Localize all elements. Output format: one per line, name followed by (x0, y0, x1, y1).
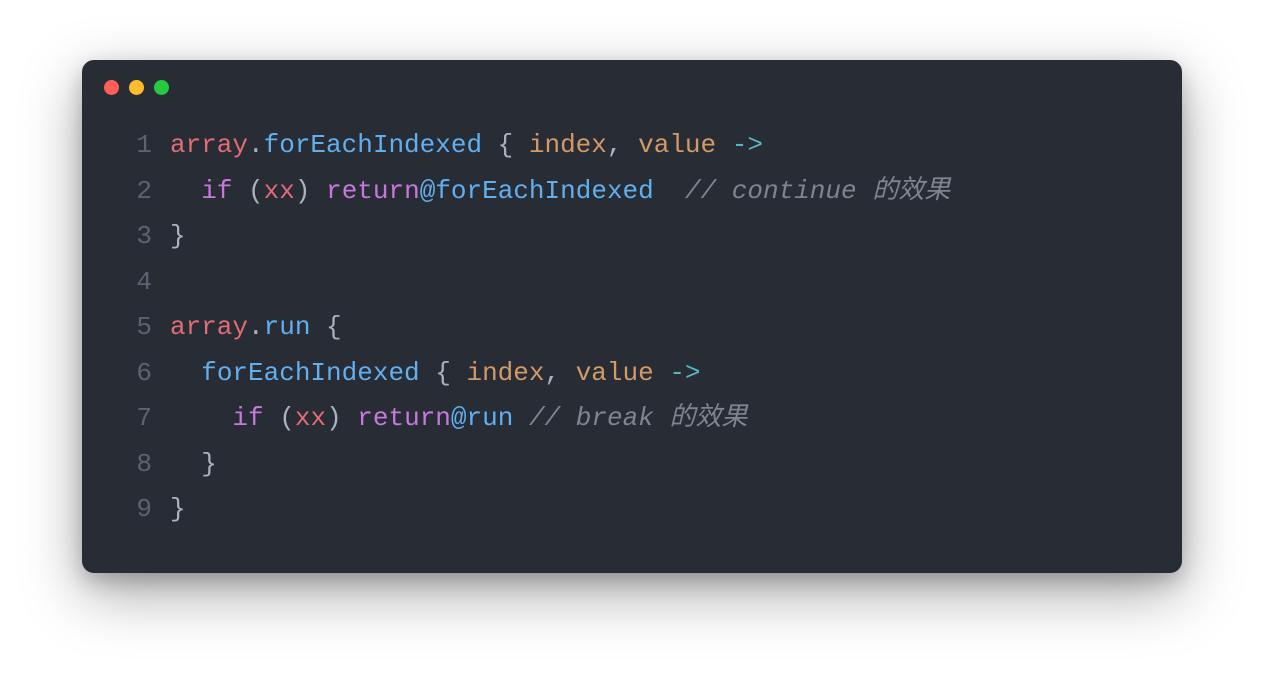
line-number: 7 (112, 396, 152, 442)
code-token: ) (295, 176, 326, 206)
line-number: 8 (112, 442, 152, 488)
code-token: { (420, 358, 467, 388)
code-token (716, 130, 732, 160)
window-titlebar (82, 60, 1182, 105)
line-number: 2 (112, 169, 152, 215)
line-content: } (170, 442, 217, 488)
line-number: 1 (112, 123, 152, 169)
code-token: return (326, 176, 420, 206)
minimize-icon[interactable] (129, 80, 144, 95)
code-token: forEachIndexed (201, 358, 419, 388)
line-number: 3 (112, 214, 152, 260)
code-token: // continue 的效果 (685, 176, 950, 206)
line-number: 6 (112, 351, 152, 397)
code-token: value (638, 130, 716, 160)
line-number: 4 (112, 260, 152, 306)
code-token (654, 358, 670, 388)
code-token: if (201, 176, 232, 206)
code-token (170, 176, 201, 206)
line-content: } (170, 214, 186, 260)
code-token: { (482, 130, 529, 160)
code-token: ) (326, 403, 357, 433)
code-token: value (576, 358, 654, 388)
line-number: 9 (112, 487, 152, 533)
code-token: forEachIndexed (264, 130, 482, 160)
code-token: index (529, 130, 607, 160)
code-token: index (466, 358, 544, 388)
code-token: , (607, 130, 638, 160)
code-token: ( (264, 403, 295, 433)
code-token (654, 176, 685, 206)
code-token: -> (732, 130, 763, 160)
code-line: 4 (112, 260, 1152, 306)
code-line: 6 forEachIndexed { index, value -> (112, 351, 1152, 397)
code-token (170, 358, 201, 388)
code-token: } (170, 221, 186, 251)
code-token (513, 403, 529, 433)
code-token: , (544, 358, 575, 388)
close-icon[interactable] (104, 80, 119, 95)
code-token: xx (264, 176, 295, 206)
line-content (170, 260, 186, 306)
code-token: run (264, 312, 311, 342)
code-token: ( (232, 176, 263, 206)
line-number: 5 (112, 305, 152, 351)
code-token: @forEachIndexed (420, 176, 654, 206)
code-line: 5 array.run { (112, 305, 1152, 351)
code-token: { (310, 312, 341, 342)
code-token: @run (451, 403, 513, 433)
code-token: return (357, 403, 451, 433)
code-token (170, 403, 232, 433)
line-content: if (xx) return@forEachIndexed // continu… (170, 169, 950, 215)
code-token: xx (295, 403, 326, 433)
code-line: 9} (112, 487, 1152, 533)
code-token: } (170, 494, 186, 524)
code-line: 8 } (112, 442, 1152, 488)
line-content: } (170, 487, 186, 533)
code-token: -> (669, 358, 700, 388)
code-line: 1 array.forEachIndexed { index, value -> (112, 123, 1152, 169)
line-content: forEachIndexed { index, value -> (170, 351, 701, 397)
code-token: array (170, 312, 248, 342)
code-token: array (170, 130, 248, 160)
line-content: array.forEachIndexed { index, value -> (170, 123, 763, 169)
code-token: // break 的效果 (529, 403, 747, 433)
code-token: . (248, 130, 264, 160)
code-token: . (248, 312, 264, 342)
code-line: 3} (112, 214, 1152, 260)
code-token: } (170, 449, 217, 479)
code-token: if (232, 403, 263, 433)
code-line: 2 if (xx) return@forEachIndexed // conti… (112, 169, 1152, 215)
code-area: 1array.forEachIndexed { index, value ->2… (82, 105, 1182, 573)
line-content: if (xx) return@run // break 的效果 (170, 396, 747, 442)
maximize-icon[interactable] (154, 80, 169, 95)
code-window: 1array.forEachIndexed { index, value ->2… (82, 60, 1182, 573)
code-line: 7 if (xx) return@run // break 的效果 (112, 396, 1152, 442)
line-content: array.run { (170, 305, 342, 351)
